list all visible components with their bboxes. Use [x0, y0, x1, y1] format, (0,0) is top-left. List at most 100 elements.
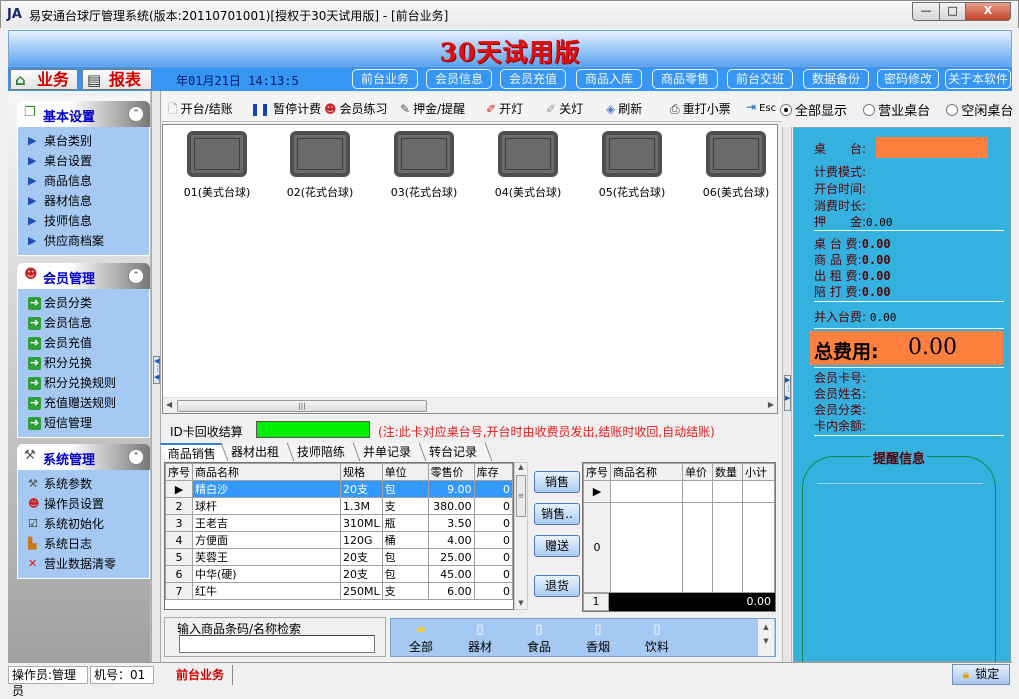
sidebar-item-goods-info[interactable]: ▶ 商品信息 — [18, 171, 149, 191]
bottom-tab-front-desk[interactable]: 前台业务 — [168, 665, 234, 685]
column-header[interactable]: 商品名称 — [610, 463, 683, 481]
goods-vertical-scrollbar[interactable]: ▲ ≡ ▼ — [514, 462, 528, 610]
scroll-down-icon[interactable]: ▼ — [758, 637, 774, 645]
idcard-input[interactable] — [256, 421, 370, 438]
sidebar-item-table-settings[interactable]: ▶ 桌台设置 — [18, 151, 149, 171]
billiard-table[interactable]: 05(花式台球) — [582, 131, 682, 200]
horizontal-scrollbar[interactable]: ◀ ||| ▶ — [163, 397, 777, 413]
tab-goods-sales[interactable]: 商品销售 — [159, 443, 229, 461]
radio-button[interactable] — [946, 104, 959, 116]
category-all[interactable]: ▰ 全部 — [401, 622, 441, 655]
column-header[interactable]: 商品名称 — [192, 463, 341, 481]
group-header[interactable]: ❐ 基本设置 ⌃ — [17, 101, 150, 127]
toolbar-refresh[interactable]: ◈ 刷新 — [606, 100, 642, 117]
column-header[interactable]: 数量 — [712, 463, 743, 481]
sidebar-item-system-init[interactable]: ☑ 系统初始化 — [18, 514, 149, 534]
category-scrollbar[interactable]: ▲ ▼ — [758, 619, 774, 656]
sell-more-button[interactable]: 销售.. — [534, 503, 580, 525]
radio-in-use[interactable]: 营业桌台 — [863, 104, 930, 119]
module-tab-report[interactable]: ▤ 报表 — [82, 69, 152, 90]
sidebar-item-points-exchange[interactable]: ➜ 积分兑换 — [18, 353, 149, 373]
billiard-table[interactable]: 02(花式台球) — [270, 131, 370, 200]
sidebar-item-table-category[interactable]: ▶ 桌台类别 — [18, 131, 149, 151]
column-header[interactable]: 单价 — [682, 463, 713, 481]
nav-button-about[interactable]: 关于本软件 — [945, 69, 1011, 89]
nav-button-backup[interactable]: 数据备份 — [803, 69, 869, 89]
collapse-icon[interactable]: ⌃ — [128, 106, 144, 122]
nav-button-front-desk[interactable]: 前台业务 — [352, 69, 418, 89]
nav-button-member-recharge[interactable]: 会员充值 — [500, 69, 566, 89]
toolbar-deposit-reminder[interactable]: ✎ 押金/提醒 — [400, 100, 465, 117]
billiard-table[interactable]: 06(美式台球) — [686, 131, 786, 200]
sidebar-item-system-params[interactable]: ⚒ 系统参数 — [18, 474, 149, 494]
nav-button-shift-handover[interactable]: 前台交班 — [727, 69, 793, 89]
toolbar-reprint-ticket[interactable]: ⎙ 重打小票 — [670, 100, 731, 117]
radio-all[interactable]: 全部显示 — [780, 104, 847, 119]
nav-button-retail[interactable]: 商品零售 — [652, 69, 718, 89]
radio-button[interactable] — [863, 104, 876, 116]
column-header[interactable]: 序号 — [165, 463, 193, 481]
category-drinks[interactable]: ▯ 饮料 — [637, 622, 677, 655]
scroll-left-icon[interactable]: ◀ — [166, 400, 172, 409]
category-food[interactable]: ▯ 食品 — [519, 622, 559, 655]
sell-button[interactable]: 销售 — [534, 471, 580, 493]
sidebar-item-coach-info[interactable]: ▶ 技师信息 — [18, 211, 149, 231]
collapse-icon[interactable]: ⌃ — [128, 449, 144, 465]
right-splitter[interactable]: ▶ ⋮ ▶ — [782, 127, 792, 662]
sidebar-item-supplier[interactable]: ▶ 供应商档案 — [18, 231, 149, 251]
maximize-button[interactable]: □ — [939, 2, 966, 21]
sidebar-item-member-category[interactable]: ➜ 会员分类 — [18, 293, 149, 313]
sidebar-item-operator-settings[interactable]: ☻ 操作员设置 — [18, 494, 149, 514]
category-cigarettes[interactable]: ▯ 香烟 — [578, 622, 618, 655]
minimize-button[interactable]: — — [912, 2, 940, 21]
order-row[interactable]: ▶ — [583, 480, 775, 503]
module-tab-business[interactable]: ⌂ 业务 — [10, 69, 78, 90]
radio-idle[interactable]: 空闲桌台 — [946, 104, 1013, 119]
toolbar-open-checkout[interactable]: 🗋 开台/结账 — [168, 100, 233, 121]
column-header[interactable]: 单位 — [381, 463, 429, 481]
toolbar-exit[interactable]: ⇥ Esc — [746, 100, 776, 114]
goods-row[interactable]: 5 芙蓉王 20支包 25.00 0 — [165, 548, 514, 566]
billiard-table[interactable]: 01(美式台球) — [167, 131, 267, 200]
tab-coach[interactable]: 技师陪练 — [289, 443, 361, 461]
sidebar-item-recharge-bonus-rules[interactable]: ➜ 充值赠送规则 — [18, 393, 149, 413]
group-header[interactable]: ⚒ 系统管理 ⌃ — [17, 444, 150, 470]
goods-row[interactable]: 4 方便面 120G 桶 4.00 0 — [165, 531, 514, 549]
toolbar-pause-billing[interactable]: ❚❚ 暂停计费 — [250, 100, 321, 117]
gift-button[interactable]: 赠送 — [534, 535, 580, 557]
column-header[interactable]: 规格 — [340, 463, 383, 481]
toolbar-member-practice[interactable]: ☻ 会员练习 — [324, 100, 388, 117]
sidebar-item-equipment-info[interactable]: ▶ 器材信息 — [18, 191, 149, 211]
tab-transfer-records[interactable]: 转台记录 — [421, 443, 493, 461]
scroll-up-icon[interactable]: ▲ — [758, 623, 774, 631]
nav-button-stock-in[interactable]: 商品入库 — [576, 69, 642, 89]
column-header[interactable]: 小计 — [742, 463, 775, 481]
sidebar-item-sms[interactable]: ➜ 短信管理 — [18, 413, 149, 433]
return-button[interactable]: 退货 — [534, 575, 580, 597]
scroll-up-icon[interactable]: ▲ — [515, 463, 527, 471]
sidebar-item-points-rules[interactable]: ➜ 积分兑换规则 — [18, 373, 149, 393]
close-button[interactable]: X — [965, 2, 1011, 21]
column-header[interactable]: 库存 — [473, 463, 514, 481]
group-header[interactable]: ☻ 会员管理 ⌃ — [17, 263, 150, 289]
sidebar-item-member-recharge[interactable]: ➜ 会员充值 — [18, 333, 149, 353]
collapse-icon[interactable]: ⌃ — [128, 268, 144, 284]
tab-merge-records[interactable]: 并单记录 — [355, 443, 427, 461]
scroll-down-icon[interactable]: ▼ — [515, 599, 527, 607]
sidebar-item-system-log[interactable]: ▙ 系统日志 — [18, 534, 149, 554]
radio-button[interactable] — [780, 104, 792, 116]
collapse-right-grip[interactable]: ▶ ⋮ ▶ — [784, 375, 792, 411]
scroll-thumb[interactable]: ||| — [177, 400, 427, 412]
category-equipment[interactable]: ▯ 器材 — [460, 622, 500, 655]
scroll-thumb[interactable]: ≡ — [516, 475, 526, 517]
column-header[interactable]: 零售价 — [427, 463, 475, 481]
goods-row[interactable]: 7 红牛 250ML 支 6.00 0 — [165, 582, 514, 600]
toolbar-light-off[interactable]: ✐ 关灯 — [546, 100, 583, 117]
nav-button-change-password[interactable]: 密码修改 — [877, 69, 939, 89]
billiard-table[interactable]: 04(美式台球) — [478, 131, 578, 200]
scroll-right-icon[interactable]: ▶ — [768, 400, 774, 409]
search-input[interactable] — [179, 635, 375, 653]
toolbar-light-on[interactable]: ✐ 开灯 — [486, 100, 523, 117]
goods-row[interactable]: ▶ 精白沙 20支包 9.00 0 — [165, 480, 514, 498]
tab-equipment-rental[interactable]: 器材出租 — [223, 443, 295, 461]
